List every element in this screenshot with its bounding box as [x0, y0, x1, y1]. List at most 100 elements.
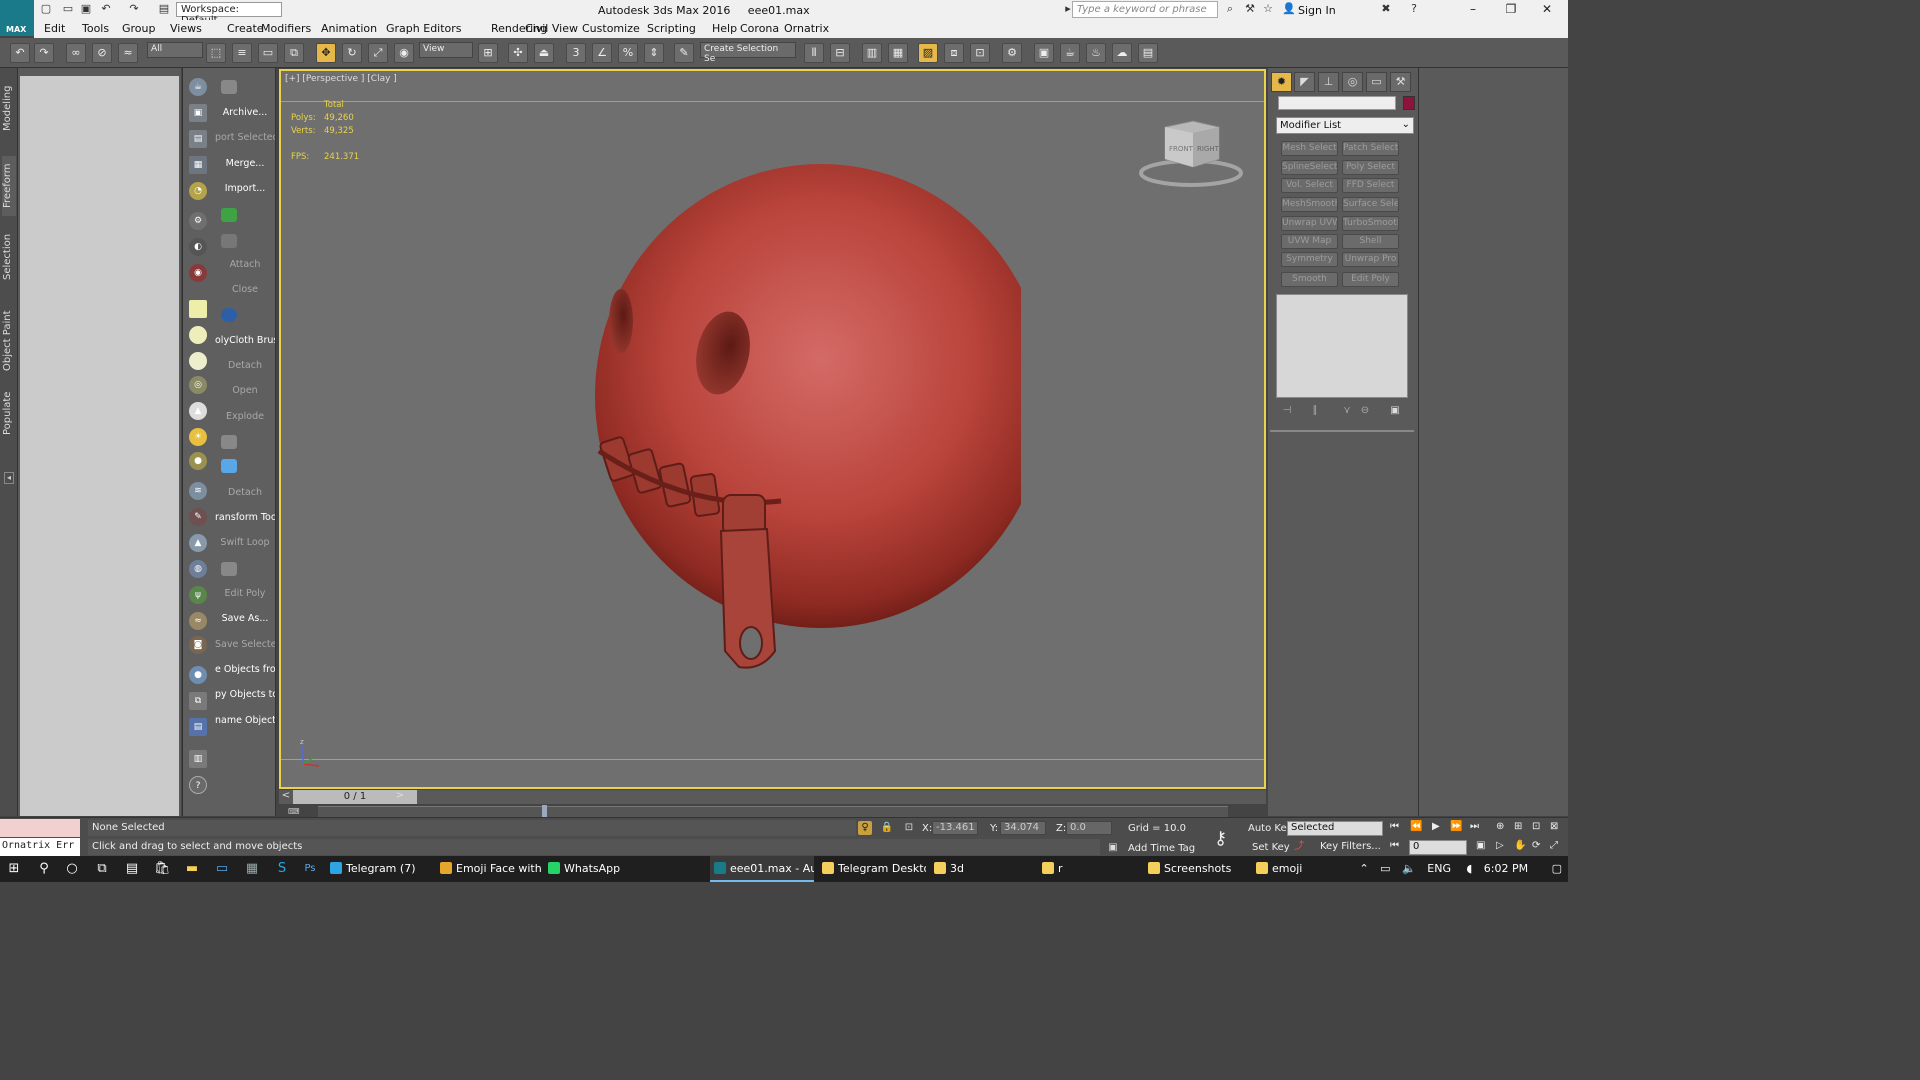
network-icon[interactable]: ▭	[1380, 862, 1390, 875]
paint-icon[interactable]: ✎	[189, 508, 207, 526]
mini-curve-editor-icon[interactable]: ⌨	[288, 807, 302, 817]
redo-icon[interactable]: ↷	[128, 3, 140, 15]
material-editor-icon[interactable]: ⊡	[970, 43, 990, 63]
menu-item-group[interactable]: Group	[122, 22, 156, 35]
modifier-button-smooth[interactable]: Smooth	[1281, 272, 1338, 287]
modifier-button-unwrap-pro[interactable]: Unwrap Pro	[1342, 252, 1399, 267]
omni-light-icon[interactable]: ●	[189, 452, 207, 470]
previous-frame-icon[interactable]: ⏪	[1410, 821, 1422, 832]
torus-icon[interactable]: ◎	[189, 376, 207, 394]
link-icon[interactable]: ∞	[66, 43, 86, 63]
loop-icon[interactable]	[221, 562, 237, 576]
configure-modifier-sets-icon[interactable]: ▣	[1388, 405, 1402, 419]
tool-button-archive[interactable]: Archive...	[215, 107, 275, 118]
particles-icon[interactable]	[221, 459, 237, 473]
render-setup-icon[interactable]: ⚙	[1002, 43, 1022, 63]
shield-icon[interactable]	[221, 80, 237, 94]
menu-item-help[interactable]: Help	[712, 22, 737, 35]
edit-named-selection-icon[interactable]: ✎	[674, 43, 694, 63]
time-slider[interactable]: < 0 / 1 >	[279, 790, 1266, 804]
tool-button-port-selected[interactable]: port Selected	[215, 132, 275, 143]
help-icon[interactable]: ?	[1408, 3, 1420, 15]
motion-tab-icon[interactable]: ◎	[1342, 72, 1363, 92]
modify-tab-icon[interactable]: ◤	[1294, 72, 1315, 92]
play-icon[interactable]: ▶	[1432, 821, 1440, 832]
mirror-icon[interactable]: ⫴	[804, 43, 824, 63]
taskbar-app[interactable]: 3d	[930, 856, 1036, 882]
select-move-icon[interactable]: ✥	[316, 43, 336, 63]
script-icon[interactable]: ▥	[189, 750, 207, 768]
key-icon[interactable]: ⚷	[1214, 828, 1240, 849]
modifier-button-unwrap-uvw[interactable]: Unwrap UVW	[1281, 216, 1338, 231]
qr-icon[interactable]	[221, 308, 237, 322]
volume-level-icon[interactable]: ◖	[1466, 862, 1472, 875]
tool-button-py-objects-to[interactable]: py Objects to	[215, 689, 275, 700]
new-file-icon[interactable]: ▢	[40, 3, 52, 15]
modifier-button-shell[interactable]: Shell	[1342, 234, 1399, 249]
create-tab-icon[interactable]: ✹	[1271, 72, 1292, 92]
copy-icon[interactable]: ⧉	[189, 692, 207, 710]
cortana-icon[interactable]: ○	[64, 861, 80, 877]
gear-icon[interactable]: ⚙	[189, 212, 207, 230]
tool-button-edit-poly[interactable]: Edit Poly	[215, 588, 275, 599]
modifier-button-edit-poly[interactable]: Edit Poly	[1342, 272, 1399, 287]
scene-explorer-list[interactable]	[20, 76, 179, 816]
undo-icon[interactable]: ↶	[100, 3, 112, 15]
orbit-icon[interactable]: ⟳	[1532, 840, 1540, 851]
expand-ribbon-icon[interactable]: ◂	[4, 472, 14, 484]
make-unique-icon[interactable]: ⋎	[1340, 405, 1354, 419]
menu-item-corona[interactable]: Corona	[740, 22, 779, 35]
desktop-icon[interactable]: ▭	[214, 861, 230, 877]
layer-explorer-icon[interactable]: ▥	[862, 43, 882, 63]
menu-item-views[interactable]: Views	[170, 22, 202, 35]
sign-in-link[interactable]: Sign In	[1298, 4, 1336, 17]
pan-view-icon[interactable]: ✋	[1514, 840, 1526, 851]
go-to-end-icon[interactable]: ⏭	[1470, 821, 1479, 832]
go-to-start-icon[interactable]: ⏮	[1390, 821, 1399, 832]
maximize-viewport-icon[interactable]: ⤢	[1550, 840, 1558, 851]
camera-icon[interactable]: ◐	[189, 238, 207, 256]
isolate-selection-icon[interactable]: ♀	[858, 821, 872, 835]
modifier-button-surface-select[interactable]: Surface Select	[1342, 197, 1399, 212]
task-view-icon[interactable]: ⧉	[94, 861, 110, 877]
tool-button-olycloth-brush[interactable]: olyCloth Brush	[215, 335, 275, 346]
modifier-button-vol-select[interactable]: Vol. Select	[1281, 178, 1338, 193]
menu-item-graph-editors[interactable]: Graph Editors	[386, 22, 462, 35]
restore-button[interactable]: ❐	[1502, 2, 1520, 16]
mountain-icon[interactable]: ▲	[189, 534, 207, 552]
key-mode-toggle-icon[interactable]: ⏮	[1390, 840, 1399, 851]
modifier-button-mesh-select[interactable]: Mesh Select	[1281, 141, 1338, 156]
viewcube[interactable]: FRONT RIGHT	[1139, 119, 1249, 189]
plane-icon[interactable]	[189, 326, 207, 344]
table-icon[interactable]: ▦	[189, 156, 207, 174]
tab-freeform[interactable]: Freeform	[2, 156, 16, 216]
bind-spacewarp-icon[interactable]: ≈	[118, 43, 138, 63]
selection-filter-dropdown[interactable]: All	[147, 42, 203, 58]
windows-start-icon[interactable]: ⊞	[6, 861, 22, 877]
menu-item-scripting[interactable]: Scripting	[647, 22, 696, 35]
track-bar-frame-marker[interactable]	[542, 805, 547, 817]
menu-item-ornatrix[interactable]: Ornatrix	[784, 22, 829, 35]
help-icon[interactable]: ?	[189, 776, 207, 794]
sun-icon[interactable]: ☀	[189, 428, 207, 446]
render-iterative-icon[interactable]: ♨	[1086, 43, 1106, 63]
volume-icon[interactable]: 🔈	[1402, 862, 1416, 875]
language-indicator[interactable]: ENG	[1427, 862, 1451, 875]
ball-icon[interactable]: ●	[189, 666, 207, 684]
tool-button-merge[interactable]: Merge...	[215, 158, 275, 169]
modifier-stack[interactable]	[1276, 294, 1408, 398]
app-logo[interactable]: MAX	[0, 0, 34, 36]
auto-key-button[interactable]: Auto Key	[1248, 823, 1293, 834]
reference-coordinate-dropdown[interactable]: View	[419, 42, 473, 58]
image-icon[interactable]: ▣	[189, 104, 207, 122]
modifier-button-splineselect[interactable]: SplineSelect	[1281, 160, 1338, 175]
key-filters-button[interactable]: Key Filters...	[1320, 841, 1381, 852]
modifier-button-symmetry[interactable]: Symmetry	[1281, 252, 1338, 267]
align-icon[interactable]: ⊟	[830, 43, 850, 63]
app-icon[interactable]: ▦	[244, 861, 260, 877]
open-file-icon[interactable]: ▭	[62, 3, 74, 15]
tool-button-ransform-tool[interactable]: ransform Tool	[215, 512, 275, 523]
absolute-mode-icon[interactable]: ⊡	[902, 821, 916, 835]
add-time-tag[interactable]: Add Time Tag	[1128, 843, 1195, 854]
tool-button-detach[interactable]: Detach	[215, 487, 275, 498]
